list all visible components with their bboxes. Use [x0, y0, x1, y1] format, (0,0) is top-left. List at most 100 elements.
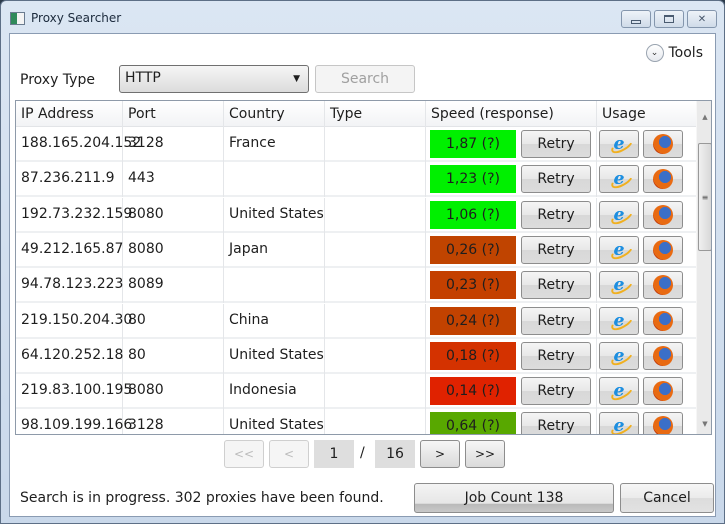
open-in-firefox-button[interactable] [643, 271, 683, 300]
type-cell [325, 232, 426, 268]
speed-indicator: 0,26 (?) [430, 235, 516, 264]
table-row[interactable]: 219.83.100.195 8080 Indonesia 0,14 (?) R… [16, 374, 696, 410]
speed-cell: 0,18 (?) Retry [426, 338, 597, 374]
maximize-button[interactable] [654, 10, 684, 28]
country-cell: United States [224, 338, 325, 374]
country-cell: Japan [224, 232, 325, 268]
table-row[interactable]: 94.78.123.223 8089 0,23 (?) Retry e [16, 268, 696, 304]
page-separator: / [360, 445, 365, 461]
table-row[interactable]: 219.150.204.30 80 China 0,24 (?) Retry e [16, 303, 696, 339]
usage-cell: e [597, 233, 696, 268]
open-in-firefox-button[interactable] [643, 412, 683, 434]
table-row[interactable]: 87.236.211.9 443 1,23 (?) Retry e [16, 162, 696, 198]
retry-button[interactable]: Retry [521, 271, 591, 300]
port-cell: 8089 [123, 268, 224, 304]
port-cell: 80 [123, 338, 224, 374]
proxy-grid: IP Address Port Country Type Speed (resp… [15, 100, 712, 435]
open-in-firefox-button[interactable] [643, 130, 683, 158]
speed-indicator: 1,23 (?) [430, 165, 516, 194]
tools-menu[interactable]: ⌄ Tools [645, 44, 704, 62]
open-in-firefox-button[interactable] [643, 235, 683, 264]
open-in-ie-button[interactable]: e [599, 412, 639, 435]
column-header-port[interactable]: Port [123, 101, 224, 127]
type-cell [325, 127, 426, 162]
table-row[interactable]: 192.73.232.159 8080 United States 1,06 (… [16, 197, 696, 233]
scroll-down-arrow-icon[interactable]: ▼ [697, 416, 711, 432]
open-in-ie-button[interactable]: e [599, 235, 639, 264]
ip-cell: 219.83.100.195 [16, 374, 132, 410]
chevron-down-icon: ⌄ [645, 44, 664, 62]
retry-button[interactable]: Retry [521, 165, 591, 194]
minimize-button[interactable] [621, 10, 651, 28]
open-in-ie-button[interactable]: e [599, 130, 639, 158]
last-page-button[interactable]: >> [465, 440, 505, 468]
usage-cell: e [597, 304, 696, 339]
proxy-type-label: Proxy Type [20, 72, 95, 88]
internet-explorer-icon: e [613, 169, 625, 190]
job-count-button[interactable]: Job Count 138 [414, 483, 614, 513]
ip-cell: 98.109.199.166 [16, 409, 132, 434]
next-page-button[interactable]: > [420, 440, 460, 468]
retry-button[interactable]: Retry [521, 306, 591, 335]
column-header-usage[interactable]: Usage [597, 101, 696, 127]
open-in-firefox-button[interactable] [643, 306, 683, 335]
status-text: Search is in progress. 302 proxies have … [20, 490, 384, 506]
retry-button[interactable]: Retry [521, 341, 591, 370]
open-in-firefox-button[interactable] [643, 341, 683, 370]
previous-page-button[interactable]: < [269, 440, 309, 468]
country-cell: United States [224, 197, 325, 233]
country-cell [224, 268, 325, 304]
dropdown-arrow-icon: ▼ [293, 74, 300, 84]
close-icon: ✕ [697, 13, 707, 25]
scroll-up-arrow-icon[interactable]: ▲ [697, 109, 711, 125]
table-row[interactable]: 98.109.199.166 3128 United States 0,64 (… [16, 409, 696, 435]
ip-cell: 94.78.123.223 [16, 268, 123, 304]
retry-button[interactable]: Retry [521, 412, 591, 434]
column-header-ip[interactable]: IP Address [16, 101, 123, 127]
type-cell [325, 162, 426, 198]
open-in-ie-button[interactable]: e [599, 377, 639, 406]
firefox-icon [653, 204, 673, 225]
cancel-button[interactable]: Cancel [620, 483, 714, 513]
ip-cell: 219.150.204.30 [16, 303, 132, 339]
close-button[interactable]: ✕ [687, 10, 717, 28]
maximize-icon [664, 15, 674, 23]
tools-label: Tools [668, 45, 704, 61]
open-in-ie-button[interactable]: e [599, 200, 639, 229]
usage-cell: e [597, 162, 696, 197]
internet-explorer-icon: e [613, 416, 625, 435]
table-row[interactable]: 188.165.204.152 3128 France 1,87 (?) Ret… [16, 127, 696, 162]
table-row[interactable]: 49.212.165.87 8080 Japan 0,26 (?) Retry … [16, 232, 696, 268]
column-header-type[interactable]: Type [325, 101, 426, 127]
open-in-ie-button[interactable]: e [599, 306, 639, 335]
table-row[interactable]: 64.120.252.18 80 United States 0,18 (?) … [16, 338, 696, 374]
open-in-firefox-button[interactable] [643, 377, 683, 406]
app-icon [10, 12, 25, 25]
first-page-button[interactable]: << [224, 440, 264, 468]
usage-cell: e [597, 198, 696, 233]
internet-explorer-icon: e [613, 345, 625, 366]
type-cell [325, 338, 426, 374]
retry-button[interactable]: Retry [521, 377, 591, 406]
country-cell: France [224, 127, 325, 162]
search-button[interactable]: Search [315, 65, 415, 93]
proxy-type-select[interactable]: HTTP ▼ [119, 65, 309, 93]
firefox-icon [653, 169, 673, 190]
open-in-firefox-button[interactable] [643, 165, 683, 194]
column-header-country[interactable]: Country [224, 101, 325, 127]
retry-button[interactable]: Retry [521, 235, 591, 264]
open-in-ie-button[interactable]: e [599, 341, 639, 370]
speed-cell: 1,06 (?) Retry [426, 197, 597, 233]
retry-button[interactable]: Retry [521, 130, 591, 158]
vertical-scrollbar[interactable]: ▲ ≡ ▼ [696, 101, 711, 434]
retry-button[interactable]: Retry [521, 200, 591, 229]
column-header-speed[interactable]: Speed (response) [426, 101, 597, 127]
scroll-thumb[interactable]: ≡ [698, 143, 711, 251]
proxy-searcher-window: Proxy Searcher ✕ ⌄ Tools Proxy Type HTTP… [0, 0, 725, 524]
window-title: Proxy Searcher [31, 11, 122, 25]
internet-explorer-icon: e [613, 381, 625, 402]
open-in-ie-button[interactable]: e [599, 271, 639, 300]
open-in-ie-button[interactable]: e [599, 165, 639, 194]
firefox-icon [653, 239, 673, 260]
open-in-firefox-button[interactable] [643, 200, 683, 229]
